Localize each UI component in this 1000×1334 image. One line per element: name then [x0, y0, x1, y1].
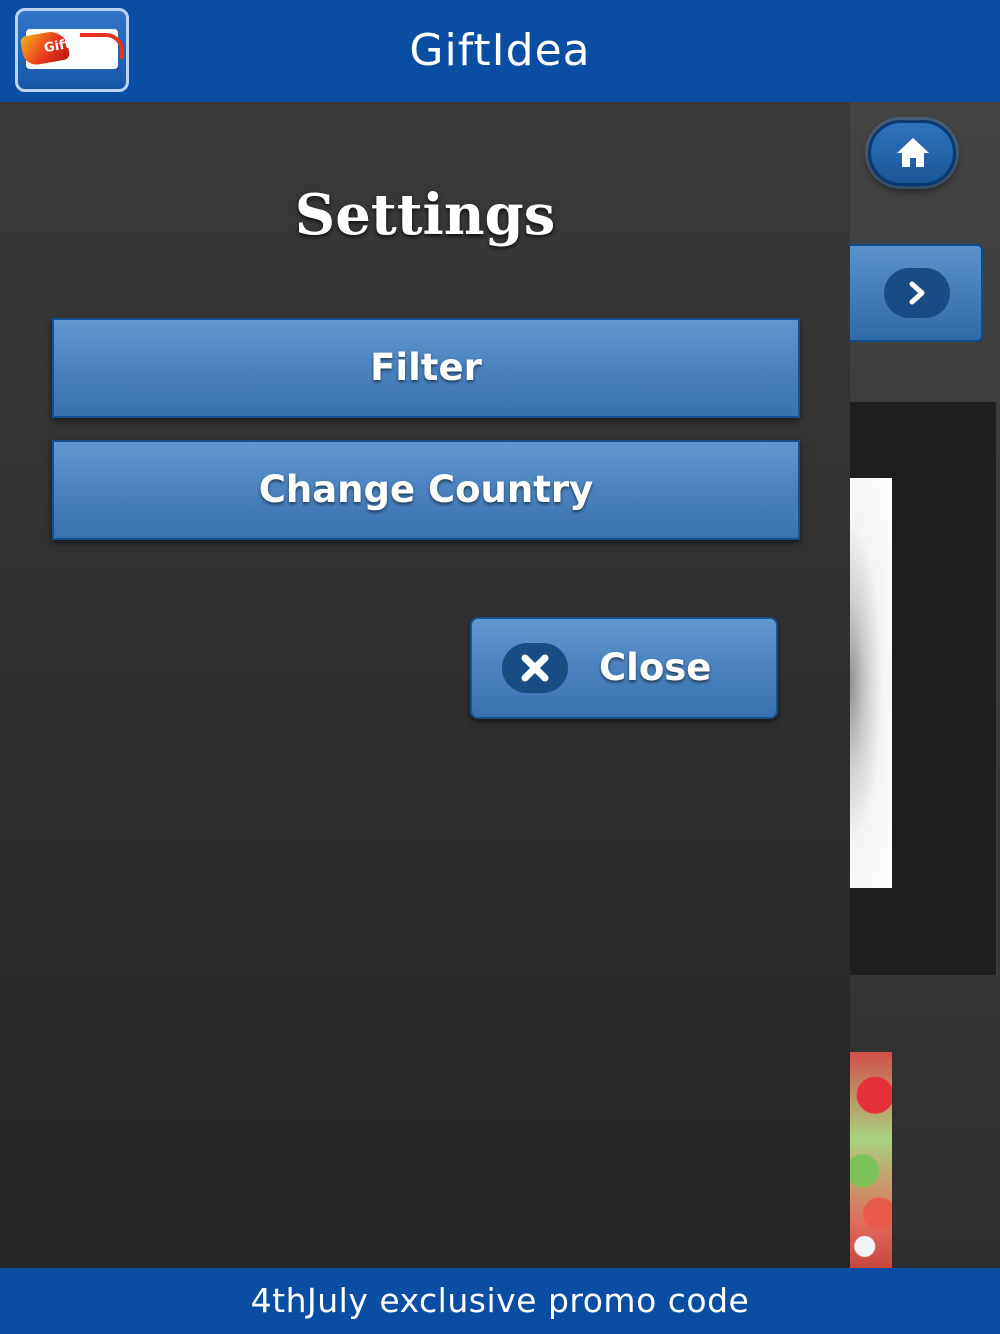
- next-icon-circle: [884, 268, 950, 318]
- app-title: GiftIdea: [409, 25, 591, 76]
- settings-title: Settings: [294, 182, 556, 248]
- promo-bar: 4thJuly exclusive promo code: [0, 1268, 1000, 1334]
- gift-logo-icon[interactable]: Gift: [15, 8, 129, 92]
- promo-link[interactable]: 4thJuly exclusive promo code: [0, 1268, 1000, 1334]
- close-icon-circle: [502, 643, 568, 693]
- close-icon: [521, 654, 549, 682]
- settings-panel: Settings Filter Change Country Close: [0, 102, 850, 1268]
- close-button[interactable]: Close: [470, 617, 778, 719]
- next-button[interactable]: [850, 244, 983, 342]
- logo-swoosh: [80, 33, 124, 59]
- home-icon: [897, 138, 929, 167]
- top-bar: GiftIdea Gift: [0, 0, 1000, 102]
- chevron-right-icon: [909, 281, 925, 305]
- close-label: Close: [599, 646, 712, 689]
- app-screen: GiftIdea Gift Settings Filter Change Cou…: [0, 0, 1000, 1334]
- product-image[interactable]: [850, 478, 892, 888]
- home-button[interactable]: [868, 120, 956, 186]
- filter-button[interactable]: Filter: [52, 318, 800, 418]
- product-image[interactable]: [850, 1052, 892, 1268]
- change-country-button[interactable]: Change Country: [52, 440, 800, 540]
